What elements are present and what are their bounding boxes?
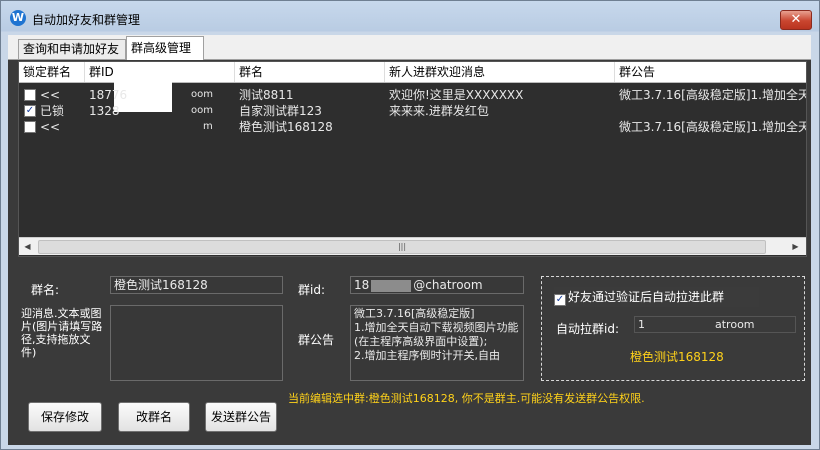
welcome-label: 迎消息.文本或图片(图片请填写路径,支持拖放文件) (21, 307, 103, 359)
title-bar[interactable]: W 自动加好友和群管理 ✕ (1, 1, 819, 35)
group-name-input[interactable]: 橙色测试168128 (110, 276, 283, 294)
table-row[interactable]: << m 橙色测试168128 微工3.7.16[高级稳定版]1.增加全天 (19, 119, 806, 135)
tab-group-advanced[interactable]: 群高级管理 (126, 36, 204, 60)
group-notice-textarea[interactable]: 微工3.7.16[高级稳定版] 1.增加全天自动下载视频图片功能(在主程序高级界… (350, 305, 524, 381)
table-row[interactable]: ✓ 已锁 1328 oom 自家测试群123 来来来.进群发红包 (19, 103, 806, 119)
column-header-welcome[interactable]: 新人进群欢迎消息 (385, 62, 615, 82)
rename-group-button[interactable]: 改群名 (118, 402, 190, 432)
table-row[interactable]: << 18776 oom 测试8811 欢迎你!这里是XXXXXXX 微工3.7… (19, 87, 806, 103)
row-welcome: 欢迎你!这里是XXXXXXX (389, 88, 524, 102)
auto-pull-selected-group: 橙色测试168128 (630, 350, 724, 364)
row-lock-state: << (40, 120, 61, 134)
column-header-notice[interactable]: 群公告 (615, 62, 806, 82)
welcome-message-textarea[interactable] (110, 305, 283, 381)
auto-pull-id-prefix: 1 (638, 318, 645, 331)
auto-pull-option[interactable]: ✓ 好友通过验证后自动拉进此群 (554, 287, 759, 307)
window-title: 自动加好友和群管理 (32, 13, 141, 27)
column-header-group-name[interactable]: 群名 (235, 62, 385, 82)
auto-pull-id-suffix: atroom (715, 318, 755, 331)
tab-query-add-friend[interactable]: 查询和申请加好友 (18, 39, 126, 59)
scroll-thumb[interactable]: ||| (38, 240, 766, 254)
row-lock-checkbox[interactable] (24, 89, 36, 101)
status-message: 当前编辑选中群:橙色测试168128, 你不是群主.可能没有发送群公告权限. (288, 392, 645, 405)
row-lock-checkbox[interactable]: ✓ (24, 105, 36, 117)
column-header-lock[interactable]: 锁定群名 (19, 62, 85, 82)
row-notice: 微工3.7.16[高级稳定版]1.增加全天 (619, 120, 806, 134)
group-id-prefix: 18 (354, 278, 370, 292)
scroll-left-arrow-icon[interactable]: ◀ (19, 238, 36, 255)
row-notice (619, 103, 806, 119)
tab-bar: 查询和申请加好友 群高级管理 (8, 35, 811, 60)
row-welcome (389, 119, 613, 135)
row-notice: 微工3.7.16[高级稳定版]1.增加全天 (619, 88, 806, 102)
auto-pull-id-input[interactable]: 1 atroom (634, 316, 796, 333)
auto-pull-checkbox[interactable]: ✓ (554, 294, 566, 306)
row-group-name: 橙色测试168128 (239, 120, 333, 134)
row-group-name: 自家测试群123 (239, 104, 322, 118)
group-id-input[interactable]: 18 @chatroom (350, 276, 524, 294)
row-group-name: 测试8811 (239, 88, 294, 102)
client-area: 查询和申请加好友 群高级管理 锁定群名 群ID 群名 新人进群欢迎消息 群公告 … (8, 35, 811, 445)
row-group-id-tail: oom (191, 89, 213, 100)
send-notice-button[interactable]: 发送群公告 (205, 402, 277, 432)
save-changes-button[interactable]: 保存修改 (28, 402, 102, 432)
row-lock-checkbox[interactable] (24, 121, 36, 133)
group-name-label: 群名: (31, 283, 60, 297)
redaction-block (371, 279, 412, 292)
horizontal-scrollbar[interactable]: ◀ ||| ▶ (19, 237, 806, 255)
group-id-label: 群id: (298, 283, 325, 297)
group-id-suffix: @chatroom (413, 278, 483, 292)
notice-label: 群公告 (298, 333, 335, 347)
auto-pull-checkbox-label: 好友通过验证后自动拉进此群 (568, 290, 725, 304)
app-window: W 自动加好友和群管理 ✕ 查询和申请加好友 群高级管理 锁定群名 群ID 群名… (0, 0, 820, 450)
row-lock-state: 已锁 (40, 104, 65, 118)
row-group-id: 1328 (89, 104, 120, 118)
app-logo-icon: W (10, 10, 26, 26)
row-lock-state: << (40, 88, 61, 102)
row-group-id-tail: oom (191, 105, 213, 116)
row-group-id: 18776 (89, 88, 128, 102)
auto-pull-groupbox: ✓ 好友通过验证后自动拉进此群 自动拉群id: 1 atroom 橙色测试16812… (541, 276, 805, 381)
scroll-right-arrow-icon[interactable]: ▶ (787, 238, 804, 255)
auto-pull-id-label: 自动拉群id: (556, 322, 619, 336)
row-group-id-tail: m (203, 121, 213, 132)
row-welcome: 来来来.进群发红包 (389, 104, 489, 118)
group-table[interactable]: 锁定群名 群ID 群名 新人进群欢迎消息 群公告 << 18776 oom 测试… (18, 61, 807, 257)
close-button[interactable]: ✕ (780, 10, 812, 30)
